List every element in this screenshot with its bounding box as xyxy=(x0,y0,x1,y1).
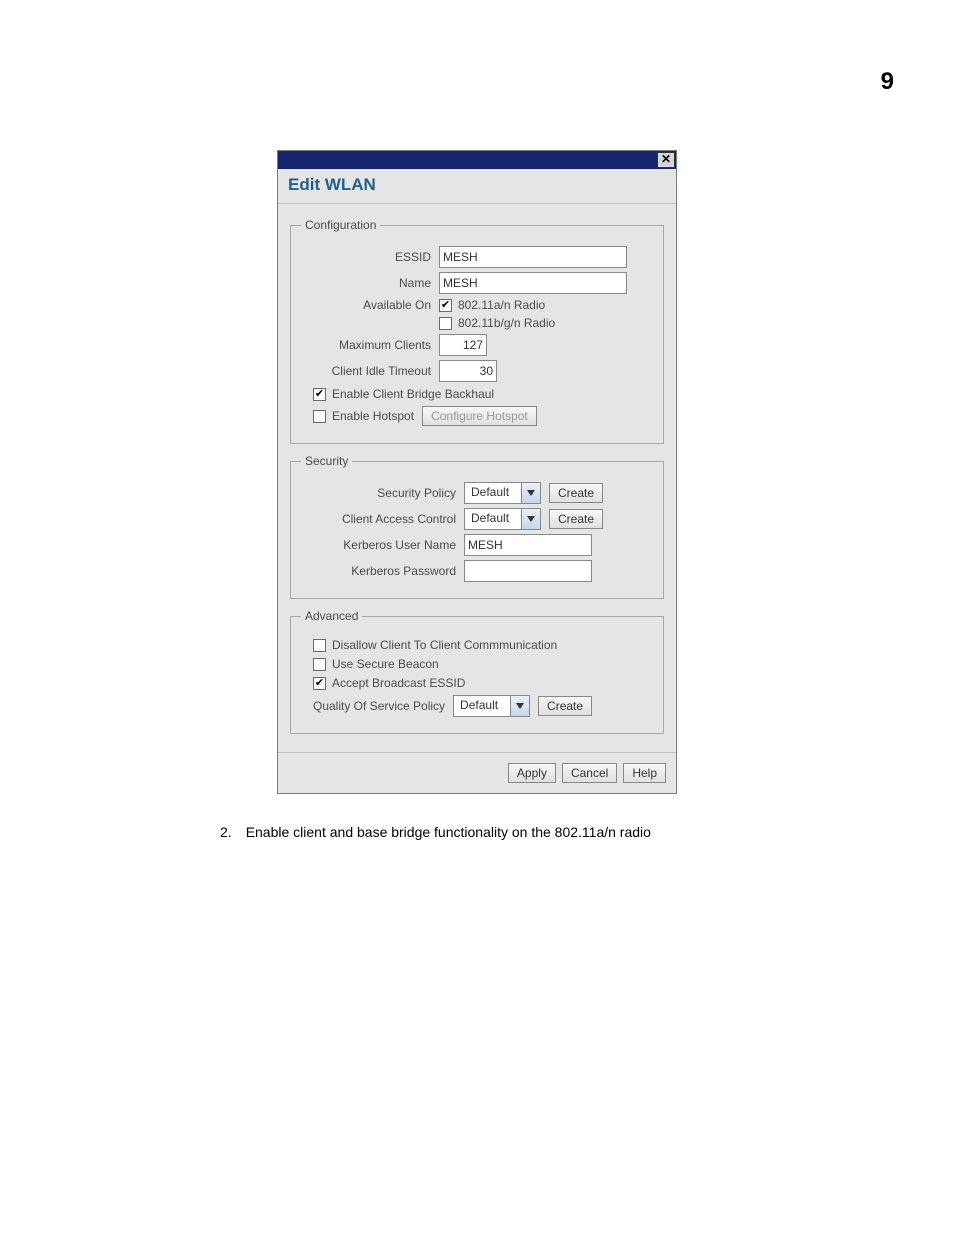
edit-wlan-dialog: ✕ Edit WLAN Configuration ESSID Name Ava… xyxy=(277,150,677,794)
qos-policy-label: Quality Of Service Policy xyxy=(313,699,445,713)
radio-80211an-checkbox[interactable]: ✔ xyxy=(439,299,452,312)
radio-80211bgn-label: 802.11b/g/n Radio xyxy=(458,316,555,330)
radio-80211bgn-checkbox[interactable] xyxy=(439,317,452,330)
cancel-button[interactable]: Cancel xyxy=(562,763,617,783)
enable-hotspot-label: Enable Hotspot xyxy=(332,409,414,423)
disallow-c2c-label: Disallow Client To Client Commmunication xyxy=(332,638,557,652)
step-text: Enable client and base bridge functional… xyxy=(246,824,651,840)
qos-create-button[interactable]: Create xyxy=(538,696,592,716)
disallow-c2c-checkbox[interactable] xyxy=(313,639,326,652)
advanced-legend: Advanced xyxy=(301,609,362,623)
page-number: 9 xyxy=(881,68,894,96)
step-number: 2. xyxy=(220,824,232,840)
close-icon[interactable]: ✕ xyxy=(657,152,675,168)
advanced-group: Advanced Disallow Client To Client Commm… xyxy=(290,609,664,734)
max-clients-input[interactable] xyxy=(439,334,487,356)
kerberos-user-label: Kerberos User Name xyxy=(301,538,464,552)
accept-broadcast-checkbox[interactable]: ✔ xyxy=(313,677,326,690)
chevron-down-icon xyxy=(521,483,540,503)
configuration-group: Configuration ESSID Name Available On ✔ … xyxy=(290,218,664,444)
idle-timeout-label: Client Idle Timeout xyxy=(301,364,439,378)
step-caption: 2. Enable client and base bridge functio… xyxy=(220,824,954,840)
secure-beacon-checkbox[interactable] xyxy=(313,658,326,671)
apply-button[interactable]: Apply xyxy=(508,763,556,783)
available-on-label: Available On xyxy=(301,298,439,312)
chevron-down-icon xyxy=(521,509,540,529)
kerberos-password-input[interactable] xyxy=(464,560,592,582)
acl-label: Client Access Control xyxy=(301,512,464,526)
kerberos-user-input[interactable] xyxy=(464,534,592,556)
radio-80211an-label: 802.11a/n Radio xyxy=(458,298,545,312)
enable-hotspot-checkbox[interactable] xyxy=(313,410,326,423)
dialog-title: Edit WLAN xyxy=(278,169,676,204)
essid-input[interactable] xyxy=(439,246,627,268)
configure-hotspot-button[interactable]: Configure Hotspot xyxy=(422,406,537,426)
enable-bridge-label: Enable Client Bridge Backhaul xyxy=(332,387,494,401)
security-legend: Security xyxy=(301,454,352,468)
help-button[interactable]: Help xyxy=(623,763,666,783)
security-policy-create-button[interactable]: Create xyxy=(549,483,603,503)
enable-bridge-checkbox[interactable]: ✔ xyxy=(313,388,326,401)
accept-broadcast-label: Accept Broadcast ESSID xyxy=(332,676,465,690)
titlebar: ✕ xyxy=(278,151,676,169)
kerberos-password-label: Kerberos Password xyxy=(301,564,464,578)
security-group: Security Security Policy Default Create … xyxy=(290,454,664,599)
name-input[interactable] xyxy=(439,272,627,294)
name-label: Name xyxy=(301,276,439,290)
dialog-footer: Apply Cancel Help xyxy=(278,752,676,793)
max-clients-label: Maximum Clients xyxy=(301,338,439,352)
essid-label: ESSID xyxy=(301,250,439,264)
acl-create-button[interactable]: Create xyxy=(549,509,603,529)
idle-timeout-input[interactable] xyxy=(439,360,497,382)
secure-beacon-label: Use Secure Beacon xyxy=(332,657,439,671)
security-policy-label: Security Policy xyxy=(301,486,464,500)
chevron-down-icon xyxy=(510,696,529,716)
security-policy-dropdown[interactable]: Default xyxy=(464,482,541,504)
qos-policy-dropdown[interactable]: Default xyxy=(453,695,530,717)
acl-dropdown[interactable]: Default xyxy=(464,508,541,530)
configuration-legend: Configuration xyxy=(301,218,380,232)
